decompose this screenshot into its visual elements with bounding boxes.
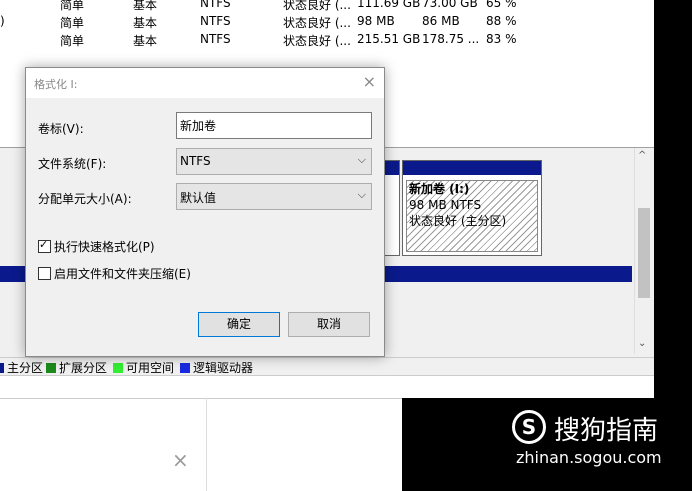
table-row[interactable]: 简单 基本 NTFS 状态良好 (... 215.51 GB 178.75 ... 83 % [0,31,560,49]
legend-item-primary: 主分区 [0,359,43,376]
quick-format-checkbox[interactable]: ✓ 执行快速格式化(P) [38,238,155,255]
watermark-name: 搜狗指南 [554,416,659,446]
legend-label: 逻辑驱动器 [193,361,254,375]
checkbox-box[interactable] [38,267,51,280]
table-cell-layout: 简单 [60,16,85,30]
dialog-title: 格式化 I: [34,78,78,91]
legend: 主分区 扩展分区 可用空间 逻辑驱动器 [0,357,654,376]
row-prefix: ) [0,14,5,28]
dialog-titlebar[interactable]: 格式化 I: × [26,68,384,98]
check-icon: ✓ [39,238,49,251]
legend-item-free: 可用空间 [113,359,174,376]
scroll-thumb[interactable] [638,208,650,298]
table-cell-capacity: 215.51 GB [357,32,421,46]
legend-swatch [0,363,4,373]
table-cell-status: 状态良好 (... [283,16,351,30]
allocation-size-label: 分配单元大小(A): [38,192,132,206]
close-icon[interactable]: × [363,72,376,91]
file-system-value: NTFS [180,154,211,168]
legend-item-logical: 逻辑驱动器 [180,359,253,376]
quick-format-label: 执行快速格式化(P) [54,240,155,254]
partition-size: 98 MB NTFS [409,198,482,212]
partition-name: 新加卷 (I:) [409,182,470,196]
table-cell-pct: 65 % [486,0,517,10]
table-cell-free: 178.75 ... [422,32,480,46]
table-cell-free: 86 MB [422,14,460,28]
close-icon[interactable]: × [172,448,189,472]
legend-label: 扩展分区 [59,361,108,375]
allocation-size-select[interactable]: 默认值 ⌵ [176,183,372,210]
table-row[interactable]: ) 简单 基本 NTFS 状态良好 (... 98 MB 86 MB 88 % [0,13,560,31]
desktop-background [654,0,692,400]
chevron-down-icon: ⌵ [357,153,366,166]
checkbox-box[interactable]: ✓ [38,238,51,253]
table-cell-pct: 88 % [486,14,517,28]
table-cell-status: 状态良好 (... [283,0,351,12]
format-dialog: 格式化 I: × 卷标(V): 新加卷 文件系统(F): NTFS ⌵ 分配单元… [25,67,385,357]
legend-item-extended: 扩展分区 [46,359,107,376]
table-cell-type: 基本 [133,16,158,30]
vertical-scrollbar[interactable]: ^ ⌄ [634,148,653,354]
legend-swatch [113,363,123,373]
volume-label-input[interactable]: 新加卷 [176,112,372,139]
legend-swatch [46,363,56,373]
table-cell-layout: 简单 [60,0,85,12]
file-system-label: 文件系统(F): [38,157,107,171]
compression-checkbox[interactable]: 启用文件和文件夹压缩(E) [38,265,191,282]
table-cell-layout: 简单 [60,34,85,48]
ok-button[interactable]: 确定 [198,312,280,337]
table-cell-pct: 83 % [486,32,517,46]
table-row[interactable]: 简单 基本 NTFS 状态良好 (... 111.69 GB 73.00 GB 65 % [0,0,560,13]
table-cell-fs: NTFS [200,0,231,10]
pane-divider [0,398,402,399]
table-cell-fs: NTFS [200,14,231,28]
legend-label: 可用空间 [126,361,175,375]
scroll-up-icon[interactable]: ^ [638,150,646,161]
table-cell-status: 状态良好 (... [283,34,351,48]
volume-label-label: 卷标(V): [38,122,84,136]
partition-status: 状态良好 (主分区) [409,214,507,228]
cancel-button[interactable]: 取消 [288,312,370,337]
watermark-logo-icon: S [512,410,546,444]
table-cell-type: 基本 [133,34,158,48]
file-system-select[interactable]: NTFS ⌵ [176,148,372,175]
partition-block-new-volume[interactable]: 新加卷 (I:) 98 MB NTFS 状态良好 (主分区) [402,160,542,256]
allocation-size-value: 默认值 [180,191,217,205]
chevron-down-icon: ⌵ [357,188,366,201]
table-cell-capacity: 111.69 GB [357,0,421,10]
table-cell-free: 73.00 GB [422,0,478,10]
compression-label: 启用文件和文件夹压缩(E) [54,267,191,281]
scroll-down-icon[interactable]: ⌄ [638,338,646,349]
table-cell-fs: NTFS [200,32,231,46]
legend-label: 主分区 [7,361,44,375]
table-cell-capacity: 98 MB [357,14,395,28]
legend-swatch [180,363,190,373]
pane-divider-vertical [206,398,207,491]
watermark-url: zhinan.sogou.com [516,448,662,467]
partition-bar [403,161,541,175]
table-cell-type: 基本 [133,0,158,12]
